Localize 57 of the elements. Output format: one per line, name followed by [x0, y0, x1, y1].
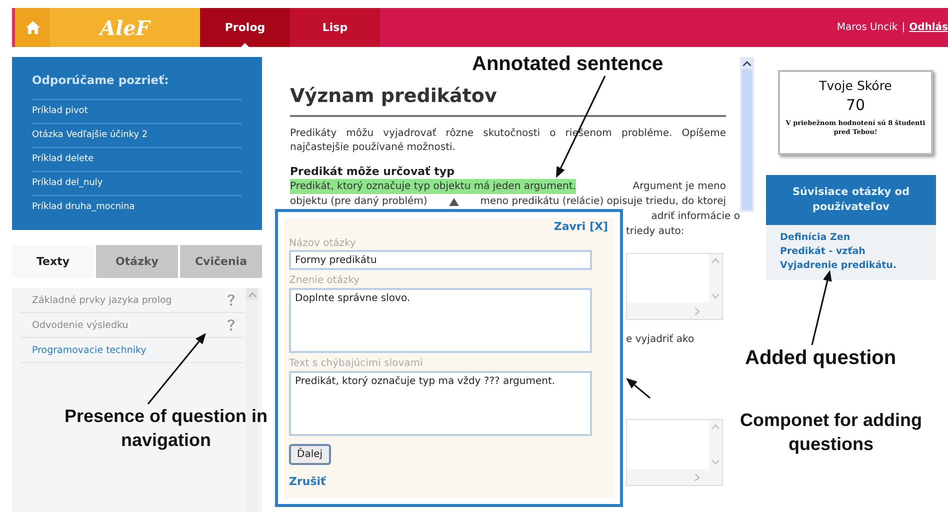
question-link[interactable]: Vyjadrenie predikátu.	[780, 260, 922, 271]
recommended-link[interactable]: Príklad del_nuly	[32, 172, 242, 196]
separator: |	[902, 22, 906, 33]
field-label: Text s chýbajúcimi slovami	[289, 357, 423, 370]
course-tab[interactable]: Lisp	[290, 8, 380, 47]
field-label: Znenie otázky	[289, 274, 360, 287]
text-line: objektu (pre daný problém)	[290, 195, 428, 209]
panel-title: Odporúčame pozrieť:	[32, 73, 242, 100]
navigation-item[interactable]: Programovacie techniky	[32, 344, 146, 356]
next-button[interactable]: Ďalej	[289, 444, 331, 465]
page-heading: Význam predikátov	[290, 85, 498, 107]
scrollbar[interactable]	[709, 254, 722, 303]
text-area[interactable]	[626, 253, 723, 320]
annotation-label: Componet for adding questions	[739, 409, 923, 456]
home-button[interactable]	[12, 8, 50, 47]
text-line: Argument je meno	[632, 180, 726, 194]
section-tab[interactable]: Otázky	[96, 245, 178, 278]
question-link[interactable]: Predikát - vzťah	[780, 246, 922, 257]
recommended-link[interactable]: Príklad druha_mocnina	[32, 196, 242, 219]
text-line: adriť informácie o	[650, 210, 740, 224]
text-line: triedy auto:	[626, 225, 686, 239]
user-name: Maros Uncik	[836, 22, 898, 33]
score-title: Tvoje Skóre	[818, 78, 893, 93]
annotation-label: Presence of question in navigation	[63, 405, 269, 452]
section-tab[interactable]: Texty	[12, 245, 94, 278]
subheading: Predikát môže určovať typ	[290, 165, 456, 179]
logout-link[interactable]: Odhlás	[909, 22, 948, 33]
score-value: 70	[844, 96, 866, 114]
scrollbar[interactable]	[627, 469, 722, 485]
highlighted-sentence: Predikát, ktorý označuje typ objektu má jeden argument.	[290, 179, 576, 194]
cancel-link[interactable]: Zrušiť	[289, 475, 326, 488]
text-line: e vyjadriť ako	[626, 332, 696, 347]
text-area[interactable]: Doplnte správne slovo.	[289, 288, 592, 353]
course-tab[interactable]: Prolog	[200, 8, 290, 47]
home-icon	[26, 21, 40, 34]
recommended-link[interactable]: Príklad delete	[32, 148, 242, 172]
scrollbar[interactable]	[627, 303, 722, 319]
annotation-arrow	[147, 333, 206, 404]
field-label: Názov otázky	[289, 237, 356, 250]
navigation-item[interactable]: Základné prvky jazyka prolog	[32, 294, 172, 306]
annotation-arrow	[626, 378, 651, 399]
scroll-thumb[interactable]	[742, 69, 752, 210]
panel-title: Súvisiace otázky od používateľov	[766, 175, 936, 225]
close-link[interactable]: Zavri [X]	[554, 220, 608, 233]
text-area[interactable]: Predikát, ktorý označuje typ ma vždy ??? argument.	[289, 371, 592, 436]
input-field[interactable]: Formy predikátu	[289, 250, 592, 270]
scrollbar[interactable]	[709, 420, 722, 469]
annotation-label: Annotated sentence	[472, 52, 664, 76]
annotation-label: Added question	[745, 346, 896, 370]
text-area[interactable]	[626, 419, 723, 486]
recommended-link[interactable]: Príklad pivot	[32, 100, 242, 124]
navigation-item[interactable]: Odvodenie výsledku	[32, 320, 128, 330]
scrollbar[interactable]	[740, 57, 754, 212]
recommended-link[interactable]: Otázka Vedľajšie účinky 2	[32, 124, 242, 148]
text-line: meno predikátu (relácie) opisuje triedu, do ktorej	[480, 195, 726, 209]
section-tab[interactable]: Cvičenia	[180, 245, 262, 278]
question-link[interactable]: Definícia Zen	[780, 232, 922, 243]
